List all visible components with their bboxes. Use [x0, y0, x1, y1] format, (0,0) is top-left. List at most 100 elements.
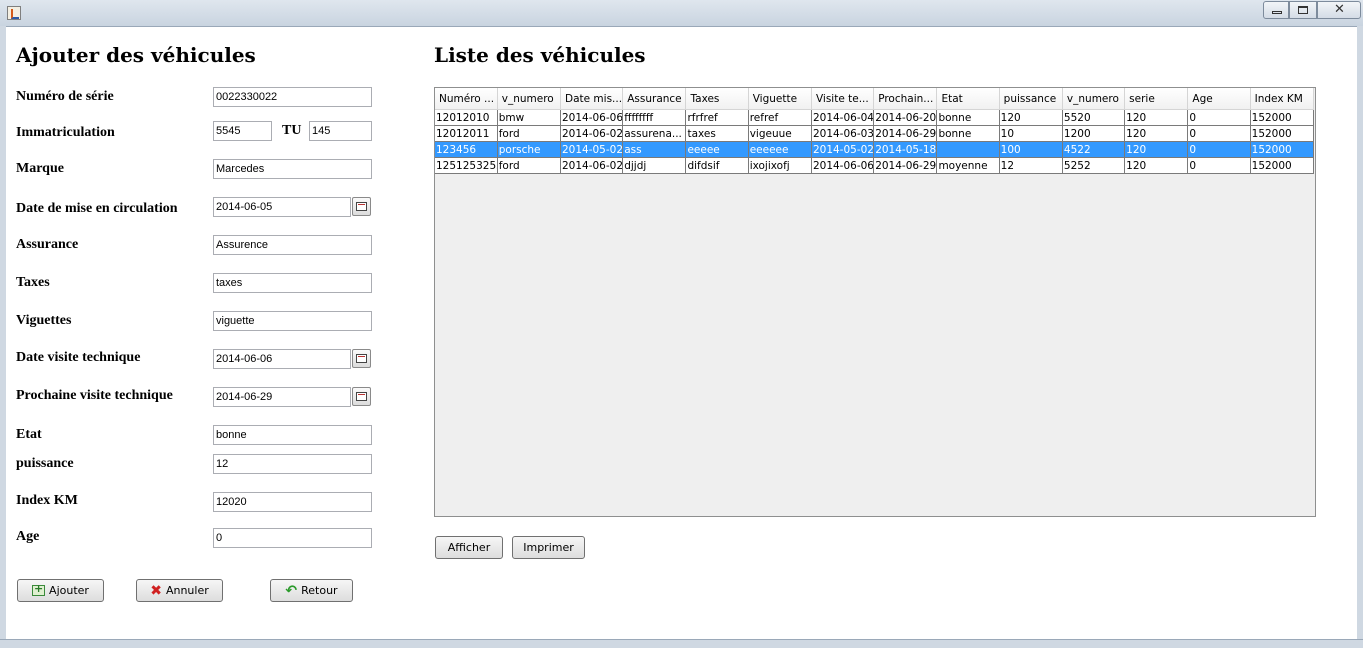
immatriculation-label: Immatriculation [16, 125, 115, 140]
form-title: Ajouter des véhicules [16, 43, 256, 67]
column-header[interactable]: v_numero [1062, 88, 1126, 110]
date-circulation-input[interactable] [213, 197, 351, 217]
add-icon [32, 582, 46, 596]
window-frame-right [1357, 26, 1363, 640]
table-cell: 5252 [1062, 157, 1126, 174]
prochaine-visite-label: Prochaine visite technique [16, 388, 173, 403]
date-visite-input[interactable] [213, 349, 351, 369]
cancel-icon: ✖ [150, 582, 162, 599]
table-cell: djjdj [622, 157, 687, 174]
maximize-button[interactable] [1289, 1, 1317, 19]
table-cell: ford [497, 157, 561, 174]
table-cell: bonne [936, 109, 1000, 126]
table-cell: refref [748, 109, 812, 126]
calendar-icon [356, 392, 367, 401]
table-cell: moyenne [936, 157, 1000, 174]
table-cell: bmw [497, 109, 561, 126]
column-header[interactable]: v_numero [497, 88, 561, 110]
table-cell: 2014-05-02 [560, 141, 624, 158]
immatriculation-left-input[interactable] [213, 121, 272, 141]
table-cell: 120 [1124, 109, 1189, 126]
assurance-input[interactable] [213, 235, 372, 255]
column-header[interactable]: Visite te... [811, 88, 875, 110]
table-cell: bonne [936, 125, 1000, 142]
column-header[interactable]: serie [1124, 88, 1189, 110]
table-cell: 4522 [1062, 141, 1126, 158]
taxes-input[interactable] [213, 273, 372, 293]
etat-input[interactable] [213, 425, 372, 445]
minimize-button[interactable] [1263, 1, 1289, 19]
prochaine-visite-input[interactable] [213, 387, 351, 407]
maximize-icon [1298, 6, 1308, 14]
table-cell: 152000 [1250, 157, 1315, 174]
table-cell: 0 [1187, 141, 1251, 158]
java-app-icon [7, 6, 21, 20]
table-cell: 2014-06-02 [560, 157, 624, 174]
index-km-input[interactable] [213, 492, 372, 512]
title-bar: ✕ [0, 0, 1363, 27]
table-cell: 2014-06-06 [811, 157, 875, 174]
date-circulation-label: Date de mise en circulation [16, 201, 178, 216]
serie-input[interactable] [213, 87, 372, 107]
puissance-input[interactable] [213, 454, 372, 474]
table-cell: 2014-06-20 [873, 109, 938, 126]
puissance-label: puissance [16, 456, 74, 471]
table-cell: eeeeee [748, 141, 812, 158]
table-cell: rfrfref [685, 109, 749, 126]
imprimer-button[interactable]: Imprimer [512, 536, 585, 559]
table-row[interactable]: 123456 porsche 2014-05-02 ass eeeee eeeeee 201… [435, 141, 1315, 158]
undo-arrow-icon: ↶ [285, 582, 298, 599]
ajouter-label: Ajouter [49, 584, 89, 597]
date-visite-calendar-button[interactable] [352, 349, 371, 368]
column-header[interactable]: Prochain... [873, 88, 938, 110]
assurance-label: Assurance [16, 237, 79, 252]
column-header[interactable]: Viguette [748, 88, 812, 110]
retour-button[interactable]: ↶ Retour [270, 579, 353, 602]
column-header[interactable]: Taxes [685, 88, 749, 110]
immatriculation-right-input[interactable] [309, 121, 372, 141]
annuler-button[interactable]: ✖ Annuler [136, 579, 223, 602]
table-cell: 120 [1124, 141, 1189, 158]
column-header[interactable]: Etat [936, 88, 1000, 110]
age-input[interactable] [213, 528, 372, 548]
column-header[interactable]: puissance [999, 88, 1063, 110]
afficher-button[interactable]: Afficher [435, 536, 503, 559]
table-cell: 0 [1187, 157, 1251, 174]
marque-input[interactable] [213, 159, 372, 179]
table-cell: vigeuue [748, 125, 812, 142]
table-cell [936, 141, 1000, 158]
marque-label: Marque [16, 161, 64, 176]
table-row[interactable]: 12012011 ford 2014-06-02 assurena... taxes vi… [435, 125, 1315, 142]
column-header[interactable]: Age [1187, 88, 1251, 110]
table-cell: ixojixofj [748, 157, 812, 174]
date-circulation-calendar-button[interactable] [352, 197, 371, 216]
table-header-row: Numéro ... v_numero Date mis... Assurance Ta… [435, 88, 1315, 110]
close-button[interactable]: ✕ [1317, 1, 1361, 19]
column-header[interactable]: Date mis... [560, 88, 624, 110]
column-header[interactable]: Assurance [622, 88, 687, 110]
viguettes-input[interactable] [213, 311, 372, 331]
minimize-icon [1272, 11, 1282, 14]
serie-label: Numéro de série [16, 89, 114, 104]
table-cell: 1251253253 [435, 157, 498, 174]
table-cell: 2014-05-18 [873, 141, 938, 158]
column-header[interactable]: Index KM [1250, 88, 1315, 110]
table-cell: difdsif [685, 157, 749, 174]
table-cell: 2014-06-02 [560, 125, 624, 142]
table-row[interactable]: 12012010 bmw 2014-06-06 ffffffff rfrfref refr… [435, 109, 1315, 126]
table-cell: 2014-05-02 [811, 141, 875, 158]
table-cell: 2014-06-06 [560, 109, 624, 126]
table-cell: 2014-06-04 [811, 109, 875, 126]
age-label: Age [16, 529, 40, 544]
ajouter-button[interactable]: Ajouter [17, 579, 104, 602]
date-visite-label: Date visite technique [16, 350, 141, 365]
etat-label: Etat [16, 427, 42, 442]
table-cell: 120 [1124, 157, 1189, 174]
prochaine-visite-calendar-button[interactable] [352, 387, 371, 406]
vehicles-table[interactable]: Numéro ... v_numero Date mis... Assurance Ta… [434, 87, 1316, 517]
table-row[interactable]: 1251253253 ford 2014-06-02 djjdj difdsif ixoj… [435, 157, 1315, 174]
table-cell: 2014-06-03 [811, 125, 875, 142]
table-cell: 0 [1187, 125, 1251, 142]
column-header[interactable]: Numéro ... [435, 88, 498, 110]
annuler-label: Annuler [165, 584, 209, 597]
